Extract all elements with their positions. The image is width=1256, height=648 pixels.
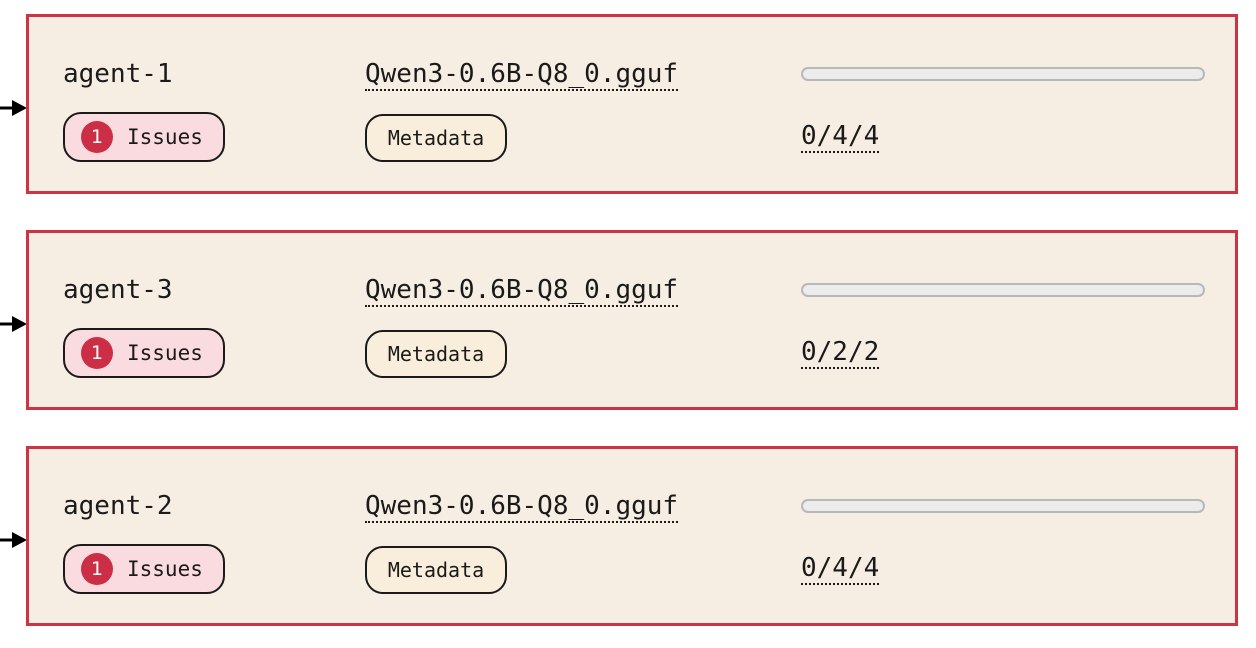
agent-list: agent-1 Qwen3-0.6B-Q8_0.gguf 1 Issues Me… bbox=[0, 0, 1256, 648]
agent-row: agent-2 Qwen3-0.6B-Q8_0.gguf 1 Issues Me… bbox=[0, 446, 1256, 630]
agent-name: agent-3 bbox=[63, 275, 173, 305]
agent-card[interactable]: agent-1 Qwen3-0.6B-Q8_0.gguf 1 Issues Me… bbox=[26, 14, 1238, 194]
issues-button[interactable]: 1 Issues bbox=[63, 112, 225, 162]
agent-card[interactable]: agent-3 Qwen3-0.6B-Q8_0.gguf 1 Issues Me… bbox=[26, 230, 1238, 410]
task-counts[interactable]: 0/4/4 bbox=[801, 553, 880, 585]
issue-count-badge: 1 bbox=[81, 337, 113, 369]
progress-bar bbox=[801, 67, 1205, 81]
agent-row: agent-1 Qwen3-0.6B-Q8_0.gguf 1 Issues Me… bbox=[0, 14, 1256, 198]
agent-card[interactable]: agent-2 Qwen3-0.6B-Q8_0.gguf 1 Issues Me… bbox=[26, 446, 1238, 626]
agent-name: agent-1 bbox=[63, 59, 173, 89]
progress-bar bbox=[801, 283, 1205, 297]
task-counts[interactable]: 0/2/2 bbox=[801, 337, 880, 369]
issues-button[interactable]: 1 Issues bbox=[63, 544, 225, 594]
issues-button[interactable]: 1 Issues bbox=[63, 328, 225, 378]
arrow-right-icon bbox=[0, 316, 27, 332]
progress-bar bbox=[801, 499, 1205, 513]
arrow-right-icon bbox=[0, 100, 27, 116]
model-name[interactable]: Qwen3-0.6B-Q8_0.gguf bbox=[365, 275, 679, 307]
task-counts[interactable]: 0/4/4 bbox=[801, 121, 880, 153]
metadata-button[interactable]: Metadata bbox=[365, 546, 507, 594]
agent-row: agent-3 Qwen3-0.6B-Q8_0.gguf 1 Issues Me… bbox=[0, 230, 1256, 414]
issues-label: Issues bbox=[127, 341, 203, 365]
issues-label: Issues bbox=[127, 125, 203, 149]
metadata-button[interactable]: Metadata bbox=[365, 114, 507, 162]
model-name[interactable]: Qwen3-0.6B-Q8_0.gguf bbox=[365, 59, 679, 91]
arrow-right-icon bbox=[0, 532, 27, 548]
issues-label: Issues bbox=[127, 557, 203, 581]
issue-count-badge: 1 bbox=[81, 121, 113, 153]
agent-name: agent-2 bbox=[63, 491, 173, 521]
metadata-button[interactable]: Metadata bbox=[365, 330, 507, 378]
model-name[interactable]: Qwen3-0.6B-Q8_0.gguf bbox=[365, 491, 679, 523]
issue-count-badge: 1 bbox=[81, 553, 113, 585]
